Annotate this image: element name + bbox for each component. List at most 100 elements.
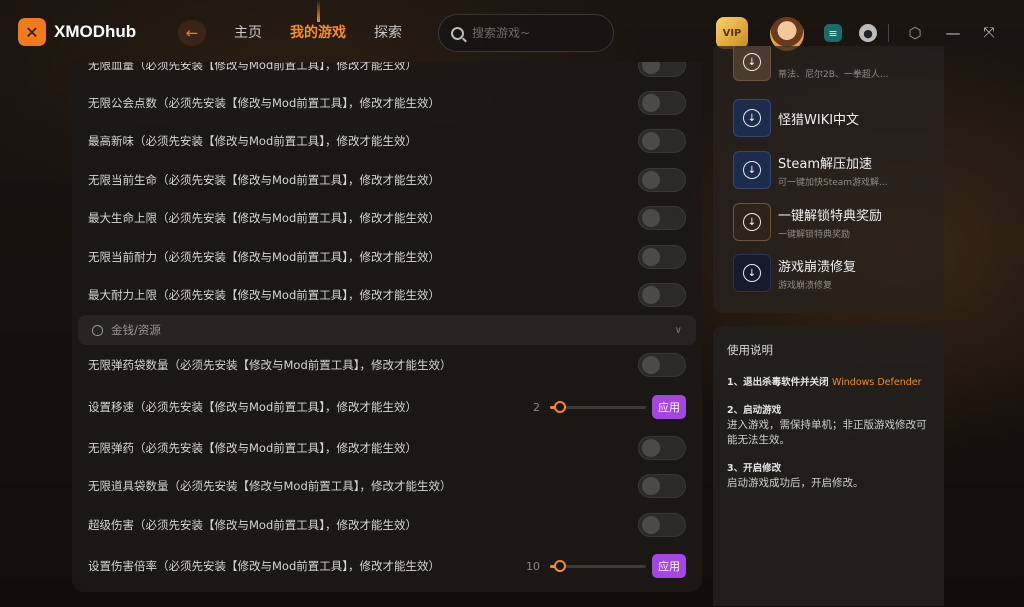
back-arrow-icon[interactable]: ← — [178, 20, 206, 46]
chat-icon[interactable]: ≡ — [824, 24, 842, 42]
xmod-logo-icon: ✕ — [18, 18, 46, 46]
cheat-row: 超级伤害（必须先安装【修改与Mod前置工具】，修改才能生效） — [72, 506, 702, 544]
cheat-row: 最高新味（必须先安装【修改与Mod前置工具】，修改才能生效） — [72, 122, 702, 160]
step-heading-text: 1、退出杀毒软件并关闭 — [727, 377, 829, 388]
speed-slider[interactable] — [550, 400, 646, 413]
cheat-toggle[interactable] — [638, 353, 686, 377]
cheat-row: 设置伤害倍率（必须先安装【修改与Mod前置工具】，修改才能生效） 10 应用 — [72, 547, 702, 585]
cheat-row: 设置移速（必须先安装【修改与Mod前置工具】，修改才能生效） 2 应用 — [72, 388, 702, 426]
download-icon: ↓ — [733, 46, 771, 81]
cheat-row: 无限当前生命（必须先安装【修改与Mod前置工具】，修改才能生效） — [72, 161, 702, 199]
cheat-label: 最大耐力上限（必须先安装【修改与Mod前置工具】，修改才能生效） — [88, 288, 441, 302]
cheat-row: 无限弹药袋数量（必须先安装【修改与Mod前置工具】，修改才能生效） — [72, 346, 702, 384]
damage-slider[interactable] — [550, 559, 646, 572]
apply-button[interactable]: 应用 — [652, 554, 686, 578]
cheat-label: 无限当前耐力（必须先安装【修改与Mod前置工具】，修改才能生效） — [88, 250, 441, 264]
nav-explore[interactable]: 探索 — [374, 22, 402, 42]
slider-value: 10 — [526, 559, 540, 573]
speed-slider-group: 2 — [522, 400, 646, 414]
cheat-label: 无限公会点数（必须先安装【修改与Mod前置工具】，修改才能生效） — [88, 96, 441, 110]
cheat-label: 无限弹药袋数量（必须先安装【修改与Mod前置工具】，修改才能生效） — [88, 358, 452, 372]
cheat-toggle[interactable] — [638, 436, 686, 460]
tool-title: 游戏崩溃修复 — [778, 259, 857, 275]
slider-knob[interactable] — [554, 400, 566, 413]
tool-subtitle: 游戏崩溃修复 — [778, 280, 833, 291]
apply-button[interactable]: 应用 — [652, 395, 686, 419]
cheat-toggle[interactable] — [638, 62, 686, 77]
slider-knob[interactable] — [554, 559, 566, 572]
cheat-toggle[interactable] — [638, 513, 686, 537]
tool-subtitle: 可一键加快Steam游戏解... — [778, 177, 888, 188]
cheat-label: 无限血量（必须先安装【修改与Mod前置工具】，修改才能生效） — [88, 62, 418, 72]
cheat-list-panel: 无限血量（必须先安装【修改与Mod前置工具】，修改才能生效） 无限公会点数（必须… — [72, 62, 702, 592]
cheat-toggle[interactable] — [638, 129, 686, 153]
nav-home[interactable]: 主页 — [234, 22, 262, 42]
tool-title: Steam解压加速 — [778, 156, 872, 172]
cheat-toggle[interactable] — [638, 474, 686, 498]
cheat-label: 无限当前生命（必须先安装【修改与Mod前置工具】，修改才能生效） — [88, 173, 441, 187]
tool-item[interactable]: ↓ 一键解锁特典奖励 一键解锁特典奖励 — [733, 202, 933, 242]
cheat-toggle[interactable] — [638, 245, 686, 269]
cheat-label: 无限弹药（必须先安装【修改与Mod前置工具】，修改才能生效） — [88, 441, 418, 455]
vip-badge[interactable]: VIP — [716, 17, 748, 49]
divider — [888, 24, 889, 42]
cheat-toggle[interactable] — [638, 206, 686, 230]
search-box[interactable] — [438, 14, 614, 52]
cheat-row: 无限道具袋数量（必须先安装【修改与Mod前置工具】，修改才能生效） — [72, 467, 702, 505]
cheat-label: 设置移速（必须先安装【修改与Mod前置工具】，修改才能生效） — [88, 400, 418, 414]
step-heading: 1、退出杀毒软件并关闭 Windows Defender — [727, 376, 930, 390]
tool-item[interactable]: ↓ Steam解压加速 可一键加快Steam游戏解... — [733, 150, 933, 190]
app-logo[interactable]: ✕ XMODhub — [18, 18, 136, 46]
step-highlight: Windows Defender — [831, 377, 922, 388]
cheat-label: 设置伤害倍率（必须先安装【修改与Mod前置工具】，修改才能生效） — [88, 559, 441, 573]
money-bag-icon — [92, 324, 103, 336]
step-body: 启动游戏成功后，开启修改。 — [727, 477, 864, 489]
tool-item[interactable]: ↓ 游戏崩溃修复 游戏崩溃修复 — [733, 253, 933, 293]
usage-step: 3、开启修改 启动游戏成功后，开启修改。 — [727, 462, 930, 491]
usage-step: 2、启动游戏 进入游戏，需保持单机；非正版游戏修改可能无法生效。 — [727, 404, 930, 448]
tool-subtitle: 一键解锁特典奖励 — [778, 229, 851, 240]
cheat-label: 超级伤害（必须先安装【修改与Mod前置工具】，修改才能生效） — [88, 518, 418, 532]
app-name: XMODhub — [54, 22, 137, 41]
user-icon[interactable]: ● — [859, 24, 877, 42]
cheat-label: 最大生命上限（必须先安装【修改与Mod前置工具】，修改才能生效） — [88, 211, 441, 225]
cheat-row: 无限当前耐力（必须先安装【修改与Mod前置工具】，修改才能生效） — [72, 238, 702, 276]
tool-title: 怪猎WIKI中文 — [778, 112, 860, 128]
download-icon: ↓ — [733, 203, 771, 241]
cheat-row: 无限公会点数（必须先安装【修改与Mod前置工具】，修改才能生效） — [72, 84, 702, 122]
search-icon — [451, 26, 464, 40]
cheat-label: 最高新味（必须先安装【修改与Mod前置工具】，修改才能生效） — [88, 134, 418, 148]
cheat-row: 最大生命上限（必须先安装【修改与Mod前置工具】，修改才能生效） — [72, 199, 702, 237]
minimize-icon[interactable]: — — [944, 24, 962, 42]
step-heading: 3、开启修改 — [727, 463, 782, 474]
tools-panel: ↓ 蒂法、尼尔2B、一拳超人... ↓ 怪猎WIKI中文 ↓ Steam解压加速… — [713, 46, 944, 313]
usage-step: 1、退出杀毒软件并关闭 Windows Defender — [727, 376, 930, 390]
cheat-row: 无限弹药（必须先安装【修改与Mod前置工具】，修改才能生效） — [72, 429, 702, 467]
usage-title: 使用说明 — [727, 343, 773, 357]
tool-item[interactable]: ↓ 怪猎WIKI中文 — [733, 98, 933, 138]
cheat-label: 无限道具袋数量（必须先安装【修改与Mod前置工具】，修改才能生效） — [88, 479, 452, 493]
usage-panel: 使用说明 1、退出杀毒软件并关闭 Windows Defender 2、启动游戏… — [713, 326, 944, 606]
section-title: 金钱/资源 — [111, 323, 161, 337]
chevron-down-icon: ∨ — [674, 324, 682, 336]
cheat-row: 无限血量（必须先安装【修改与Mod前置工具】，修改才能生效） — [72, 62, 702, 84]
download-icon: ↓ — [733, 99, 771, 137]
cheat-toggle[interactable] — [638, 91, 686, 115]
cheat-toggle[interactable] — [638, 168, 686, 192]
step-heading: 2、启动游戏 — [727, 405, 782, 416]
damage-slider-group: 10 — [522, 559, 646, 573]
step-body: 进入游戏，需保持单机；非正版游戏修改可能无法生效。 — [727, 419, 927, 446]
tool-item[interactable]: ↓ 蒂法、尼尔2B、一拳超人... — [733, 46, 933, 82]
settings-icon[interactable]: ⬡ — [906, 24, 924, 42]
fullscreen-icon[interactable]: ⤧ — [980, 24, 998, 42]
tool-title: 一键解锁特典奖励 — [778, 208, 883, 224]
download-icon: ↓ — [733, 151, 771, 189]
cheat-row: 最大耐力上限（必须先安装【修改与Mod前置工具】，修改才能生效） — [72, 276, 702, 314]
slider-value: 2 — [533, 400, 540, 414]
cheat-toggle[interactable] — [638, 283, 686, 307]
search-input[interactable] — [472, 26, 592, 40]
section-header-money[interactable]: 金钱/资源 ∨ — [78, 315, 696, 345]
download-icon: ↓ — [733, 254, 771, 292]
tool-subtitle: 蒂法、尼尔2B、一拳超人... — [778, 69, 889, 80]
nav-my-games[interactable]: 我的游戏 — [290, 0, 346, 42]
